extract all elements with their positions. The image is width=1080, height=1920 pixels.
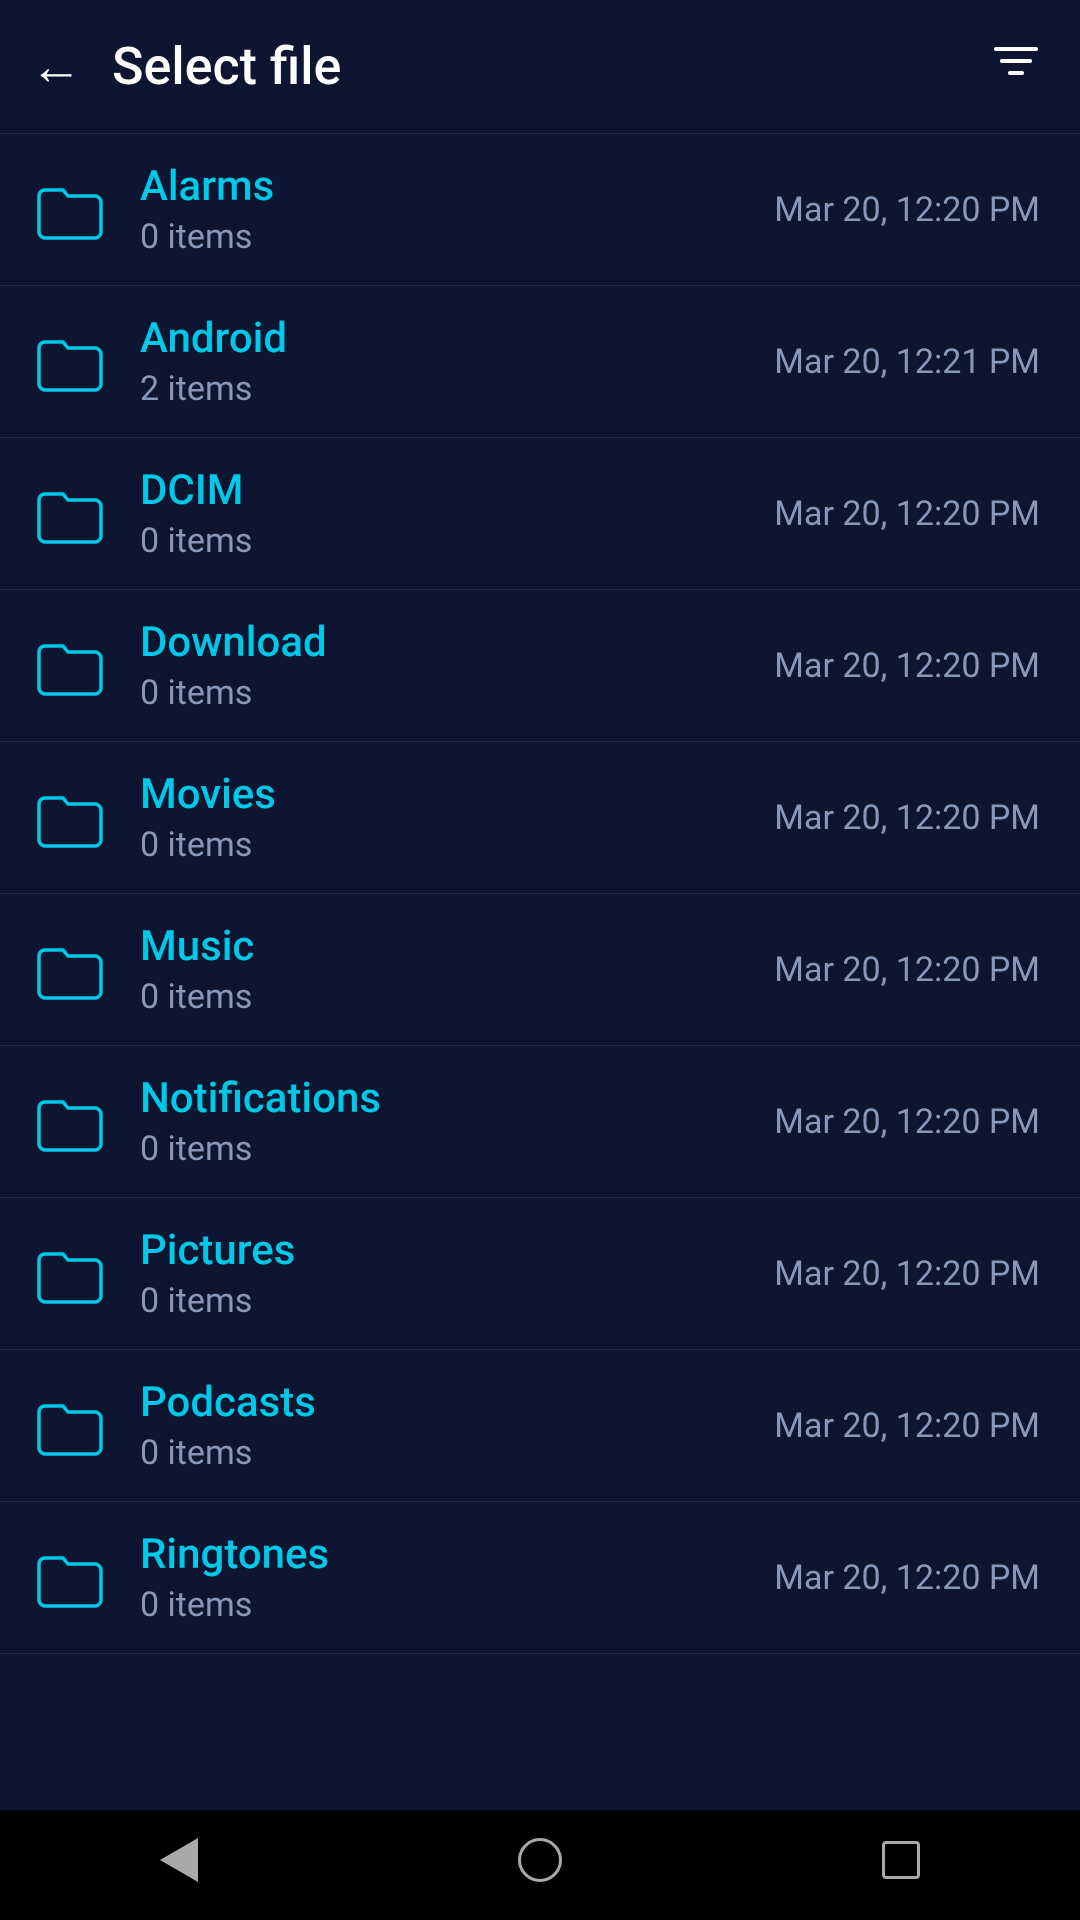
folder-name: Podcasts — [140, 1378, 754, 1427]
folder-date: Mar 20, 12:20 PM — [754, 1254, 1040, 1294]
bottom-navigation — [0, 1810, 1080, 1920]
folder-icon-wrap — [30, 788, 110, 848]
folder-icon — [35, 484, 105, 544]
folder-count: 0 items — [140, 977, 754, 1017]
folder-info: Notifications 0 items — [140, 1074, 754, 1169]
app-header: ← Select file — [0, 0, 1080, 133]
folder-info: Movies 0 items — [140, 770, 754, 865]
folder-date: Mar 20, 12:20 PM — [754, 1102, 1040, 1142]
folder-count: 0 items — [140, 1281, 754, 1321]
folder-icon-wrap — [30, 636, 110, 696]
folder-name: DCIM — [140, 466, 754, 515]
folder-icon-wrap — [30, 1396, 110, 1456]
folder-icon — [35, 180, 105, 240]
folder-info: Music 0 items — [140, 922, 754, 1017]
folder-info: DCIM 0 items — [140, 466, 754, 561]
folder-item[interactable]: Pictures 0 items Mar 20, 12:20 PM — [0, 1198, 1080, 1350]
folder-info: Download 0 items — [140, 618, 754, 713]
folder-icon-wrap — [30, 1548, 110, 1608]
folder-info: Podcasts 0 items — [140, 1378, 754, 1473]
folder-count: 0 items — [140, 825, 754, 865]
folder-icon-wrap — [30, 940, 110, 1000]
back-button[interactable]: ← — [30, 41, 82, 93]
folder-icon — [35, 636, 105, 696]
folder-icon — [35, 1244, 105, 1304]
folder-icon-wrap — [30, 484, 110, 544]
folder-item[interactable]: Podcasts 0 items Mar 20, 12:20 PM — [0, 1350, 1080, 1502]
folder-item[interactable]: Notifications 0 items Mar 20, 12:20 PM — [0, 1046, 1080, 1198]
folder-info: Android 2 items — [140, 314, 754, 409]
folder-info: Alarms 0 items — [140, 162, 754, 257]
folder-list: Alarms 0 items Mar 20, 12:20 PM Android … — [0, 134, 1080, 1810]
folder-item[interactable]: Download 0 items Mar 20, 12:20 PM — [0, 590, 1080, 742]
folder-name: Ringtones — [140, 1530, 754, 1579]
folder-count: 0 items — [140, 521, 754, 561]
folder-count: 0 items — [140, 1433, 754, 1473]
folder-icon — [35, 332, 105, 392]
folder-icon — [35, 1092, 105, 1152]
folder-icon — [35, 1548, 105, 1608]
folder-date: Mar 20, 12:21 PM — [754, 342, 1040, 382]
folder-date: Mar 20, 12:20 PM — [754, 798, 1040, 838]
folder-count: 0 items — [140, 673, 754, 713]
folder-name: Movies — [140, 770, 754, 819]
page-title: Select file — [112, 36, 341, 97]
folder-name: Download — [140, 618, 754, 667]
folder-icon — [35, 788, 105, 848]
home-nav-button[interactable] — [518, 1838, 562, 1882]
folder-info: Ringtones 0 items — [140, 1530, 754, 1625]
folder-count: 0 items — [140, 217, 754, 257]
folder-date: Mar 20, 12:20 PM — [754, 190, 1040, 230]
folder-item[interactable]: Alarms 0 items Mar 20, 12:20 PM — [0, 134, 1080, 286]
folder-item[interactable]: Android 2 items Mar 20, 12:21 PM — [0, 286, 1080, 438]
folder-icon-wrap — [30, 1244, 110, 1304]
folder-date: Mar 20, 12:20 PM — [754, 494, 1040, 534]
folder-icon — [35, 940, 105, 1000]
folder-icon-wrap — [30, 332, 110, 392]
folder-info: Pictures 0 items — [140, 1226, 754, 1321]
folder-date: Mar 20, 12:20 PM — [754, 646, 1040, 686]
folder-count: 0 items — [140, 1129, 754, 1169]
recents-nav-button[interactable] — [882, 1841, 920, 1879]
folder-name: Android — [140, 314, 754, 363]
folder-name: Notifications — [140, 1074, 754, 1123]
folder-item[interactable]: DCIM 0 items Mar 20, 12:20 PM — [0, 438, 1080, 590]
folder-icon-wrap — [30, 1092, 110, 1152]
folder-date: Mar 20, 12:20 PM — [754, 1558, 1040, 1598]
folder-name: Music — [140, 922, 754, 971]
filter-button[interactable] — [992, 39, 1040, 94]
folder-date: Mar 20, 12:20 PM — [754, 1406, 1040, 1446]
folder-item[interactable]: Movies 0 items Mar 20, 12:20 PM — [0, 742, 1080, 894]
folder-name: Alarms — [140, 162, 754, 211]
header-left: ← Select file — [30, 36, 341, 97]
folder-icon — [35, 1396, 105, 1456]
folder-item[interactable]: Music 0 items Mar 20, 12:20 PM — [0, 894, 1080, 1046]
folder-name: Pictures — [140, 1226, 754, 1275]
folder-item[interactable]: Ringtones 0 items Mar 20, 12:20 PM — [0, 1502, 1080, 1654]
folder-icon-wrap — [30, 180, 110, 240]
back-nav-button[interactable] — [160, 1838, 198, 1882]
folder-count: 2 items — [140, 369, 754, 409]
folder-date: Mar 20, 12:20 PM — [754, 950, 1040, 990]
folder-count: 0 items — [140, 1585, 754, 1625]
